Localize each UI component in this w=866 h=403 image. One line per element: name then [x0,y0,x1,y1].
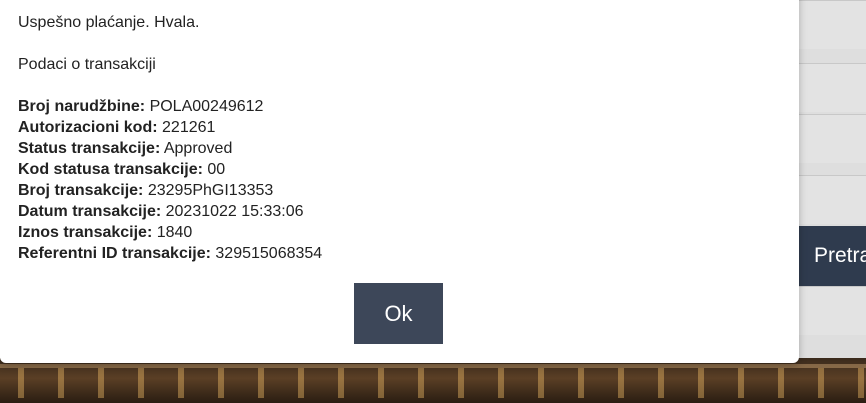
background-form [790,0,866,363]
background-field [790,114,866,163]
background-field [790,286,866,335]
background-field [790,175,866,224]
details-heading: Podaci o transakciji [18,56,156,73]
city-photo [0,358,866,403]
detail-transaction-number: Broj transakcije: 23295PhGI13353 [18,182,274,199]
ok-button[interactable]: Ok [354,283,443,344]
detail-transaction-status: Status transakcije: Approved [18,140,233,157]
detail-order-number: Broj narudžbine: POLA00249612 [18,98,264,115]
detail-reference-id: Referentni ID transakcije: 329515068354 [18,245,323,262]
detail-transaction-amount: Iznos transakcije: 1840 [18,224,193,241]
background-field [790,63,866,112]
detail-authorization-code: Autorizacioni kod: 221261 [18,119,216,136]
success-message: Uspešno plaćanje. Hvala. [18,14,200,31]
building-windows [0,368,866,398]
background-field [790,0,866,49]
search-button[interactable]: Pretraži [798,226,866,286]
payment-result-modal: Uspešno plaćanje. Hvala. Podaci o transa… [0,0,799,363]
detail-transaction-date: Datum transakcije: 20231022 15:33:06 [18,203,304,220]
transaction-details: Broj narudžbine: POLA00249612 Autorizaci… [18,96,322,264]
detail-status-code: Kod statusa transakcije: 00 [18,161,226,178]
